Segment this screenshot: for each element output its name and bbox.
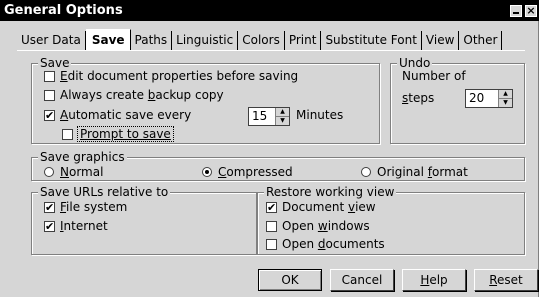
open-documents-checkbox[interactable] (266, 238, 277, 250)
tab-other[interactable]: Other (459, 31, 503, 50)
title-bar[interactable]: General Options × (0, 0, 539, 21)
window-title: General Options (4, 3, 123, 18)
file-system-option[interactable]: ✔ File system (44, 199, 127, 215)
open-windows-checkbox[interactable] (266, 220, 277, 232)
open-documents-option[interactable]: Open documents (266, 236, 385, 252)
graphics-original-radio[interactable] (361, 167, 371, 177)
tab-print[interactable]: Print (285, 31, 322, 50)
undo-steps-value[interactable]: 20 (466, 90, 498, 107)
cancel-button[interactable]: Cancel (330, 269, 394, 291)
backup-copy-checkbox[interactable] (44, 89, 55, 101)
reset-button[interactable]: Reset (474, 269, 538, 291)
undo-steps-label: s teps (402, 91, 435, 105)
edit-properties-label: Edit document properties before saving (60, 69, 299, 83)
graphics-original-label: Original format (377, 165, 468, 179)
tab-bar: User Data Save Paths Linguistic Colors P… (17, 29, 503, 50)
tab-paths[interactable]: Paths (131, 31, 173, 50)
prompt-to-save-option[interactable]: Prompt to save (62, 126, 174, 142)
document-view-option[interactable]: ✔ Document view (266, 199, 376, 215)
open-documents-label: Open documents (282, 237, 385, 251)
internet-option[interactable]: ✔ Internet (44, 218, 108, 234)
spin-down-icon[interactable]: ▼ (499, 99, 512, 107)
undo-steps-label-line1: Number of (402, 69, 466, 83)
tab-save[interactable]: Save (85, 29, 131, 50)
graphics-compressed-radio[interactable] (202, 167, 212, 177)
save-graphics-title: Save graphics (38, 150, 127, 164)
autosave-option[interactable]: ✔ Automatic save every (44, 107, 191, 123)
tab-view[interactable]: View (422, 31, 460, 50)
edit-properties-checkbox[interactable] (44, 70, 55, 82)
graphics-normal-label: Normal (60, 165, 104, 179)
internet-label: Internet (60, 219, 108, 233)
graphics-normal-option[interactable]: Normal (44, 164, 103, 180)
graphics-normal-radio[interactable] (44, 167, 54, 177)
file-system-checkbox[interactable]: ✔ (44, 201, 55, 213)
document-view-label: Document view (282, 200, 376, 214)
prompt-to-save-checkbox[interactable] (62, 128, 73, 140)
tab-user-data[interactable]: User Data (17, 31, 86, 50)
spin-up-icon[interactable]: ▲ (499, 90, 512, 99)
backup-copy-label: Always create backup copy (60, 88, 224, 102)
graphics-compressed-option[interactable]: Compressed (202, 164, 293, 180)
prompt-to-save-label: Prompt to save (77, 126, 174, 142)
graphics-original-option[interactable]: Original format (361, 164, 468, 180)
edit-properties-option[interactable]: Edit document properties before saving (44, 68, 298, 84)
graphics-compressed-label: Compressed (218, 165, 293, 179)
open-windows-option[interactable]: Open windows (266, 218, 370, 234)
autosave-checkbox[interactable]: ✔ (44, 109, 55, 121)
document-view-checkbox[interactable]: ✔ (266, 201, 277, 213)
autosave-minutes-spinner[interactable]: 15 ▲ ▼ (248, 107, 290, 126)
tab-divider (17, 50, 525, 51)
save-urls-title: Save URLs relative to (38, 185, 171, 199)
spin-down-icon[interactable]: ▼ (276, 117, 289, 125)
tab-substitute-font[interactable]: Substitute Font (321, 31, 422, 50)
general-options-window: General Options × User Data Save Paths L… (0, 0, 539, 297)
tab-colors[interactable]: Colors (238, 31, 285, 50)
minimize-icon[interactable] (510, 5, 522, 17)
internet-checkbox[interactable]: ✔ (44, 220, 55, 232)
restore-view-title: Restore working view (264, 185, 397, 199)
help-button[interactable]: Help (402, 269, 466, 291)
close-icon[interactable]: × (525, 5, 537, 17)
spin-up-icon[interactable]: ▲ (276, 108, 289, 117)
file-system-label: File system (60, 200, 128, 214)
autosave-minutes-value[interactable]: 15 (249, 108, 275, 125)
backup-copy-option[interactable]: Always create backup copy (44, 87, 224, 103)
autosave-label: Automatic save every (60, 108, 192, 122)
minutes-label: Minutes (296, 108, 344, 122)
ok-button[interactable]: OK (258, 269, 322, 291)
open-windows-label: Open windows (282, 219, 370, 233)
tab-linguistic[interactable]: Linguistic (172, 31, 239, 50)
undo-steps-spinner[interactable]: 20 ▲ ▼ (465, 89, 513, 108)
